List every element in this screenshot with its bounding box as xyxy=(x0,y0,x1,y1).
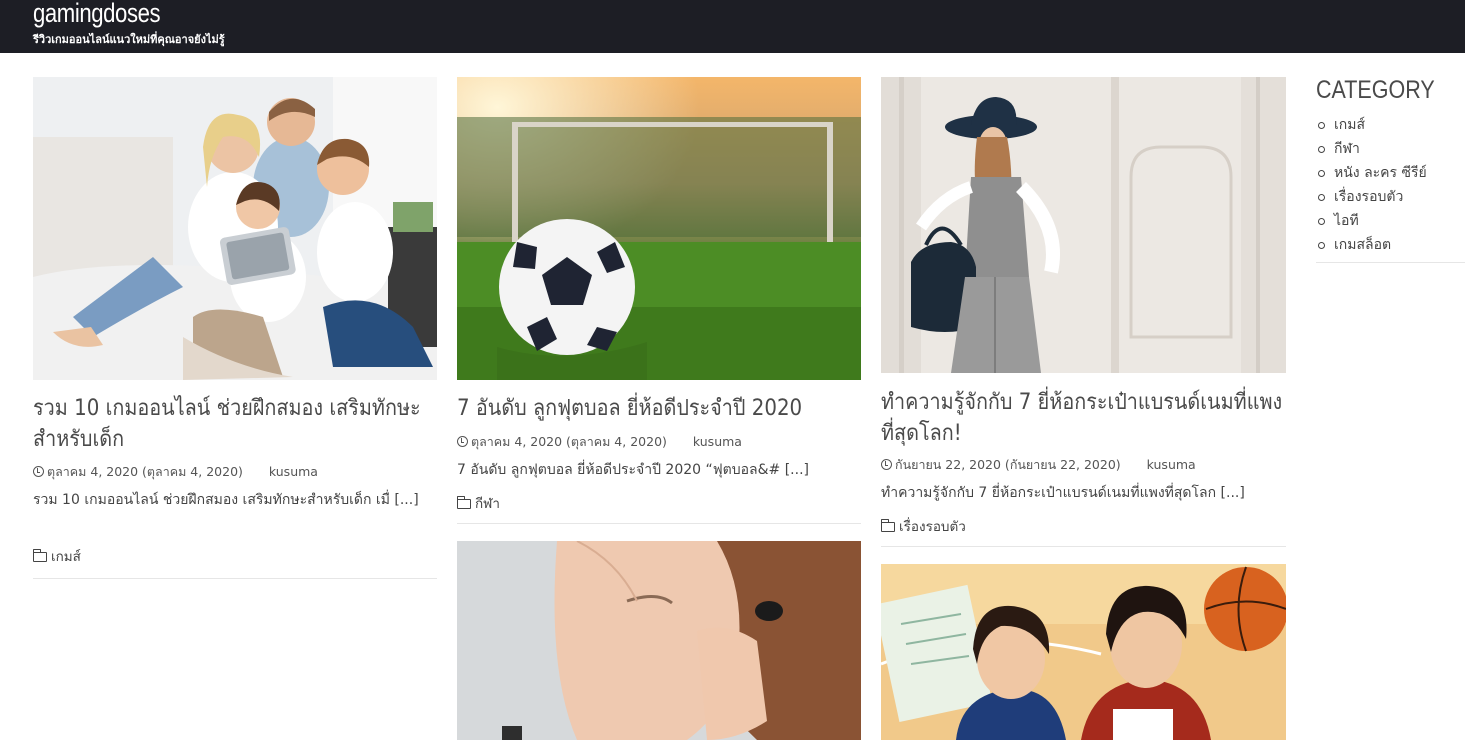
category-item[interactable]: หนัง ละคร ซีรีย์ xyxy=(1316,161,1465,185)
post-category-link[interactable]: กีฬา xyxy=(475,496,500,512)
post-excerpt: ทำความรู้จักกับ 7 ยี่ห้อกระเป๋าแบรนด์เนม… xyxy=(881,485,1245,501)
family-with-tablet-image xyxy=(33,77,437,380)
post-category-link[interactable]: เรื่องรอบตัว xyxy=(899,519,966,535)
fashion-woman-with-handbag-image xyxy=(881,77,1286,373)
post-category: กีฬา xyxy=(456,492,500,514)
clock-icon xyxy=(457,436,468,447)
clock-icon xyxy=(33,466,44,477)
post-author[interactable]: kusuma xyxy=(1147,457,1196,472)
folder-icon xyxy=(880,519,895,532)
site-tagline: รีวิวเกมออนไลน์แนวใหม่ที่คุณอาจยังไม่รู้ xyxy=(33,33,225,46)
folder-icon xyxy=(32,549,47,562)
post-author[interactable]: kusuma xyxy=(269,464,318,479)
post-meta: ตุลาคม 4, 2020 (ตุลาคม 4, 2020) kusuma xyxy=(33,462,318,482)
category-item[interactable]: เกมส์ xyxy=(1316,113,1465,137)
folder-icon xyxy=(456,496,471,509)
site-title[interactable]: gamingdoses xyxy=(33,0,161,29)
category-item[interactable]: เกมสล็อต xyxy=(1316,233,1465,257)
sidebar-divider xyxy=(1316,262,1465,263)
post-card xyxy=(881,564,1286,740)
post-date[interactable]: ตุลาคม 4, 2020 (ตุลาคม 4, 2020) xyxy=(471,434,667,449)
post-divider xyxy=(33,578,437,579)
post-author[interactable]: kusuma xyxy=(693,434,742,449)
category-item[interactable]: ไอที xyxy=(1316,209,1465,233)
post-thumbnail[interactable] xyxy=(33,77,437,380)
two-young-men-basketball-image xyxy=(881,564,1286,740)
post-title[interactable]: 7 อันดับ ลูกฟุตบอล ยี่ห้อดีประจำปี 2020 xyxy=(457,393,862,424)
post-divider xyxy=(881,546,1286,547)
category-list: เกมส์ กีฬา หนัง ละคร ซีรีย์ เรื่องรอบตัว… xyxy=(1316,113,1465,257)
woman-with-earbud-image xyxy=(457,541,861,740)
soccer-ball-on-grass-image xyxy=(457,77,861,380)
category-item[interactable]: เรื่องรอบตัว xyxy=(1316,185,1465,209)
post-category-link[interactable]: เกมส์ xyxy=(51,549,81,565)
post-date[interactable]: ตุลาคม 4, 2020 (ตุลาคม 4, 2020) xyxy=(47,464,243,479)
post-card: ทำความรู้จักกับ 7 ยี่ห้อกระเป๋าแบรนด์เนม… xyxy=(880,77,1286,548)
post-category: เกมส์ xyxy=(32,545,81,567)
post-card: 7 อันดับ ลูกฟุตบอล ยี่ห้อดีประจำปี 2020 … xyxy=(456,77,862,525)
post-meta: ตุลาคม 4, 2020 (ตุลาคม 4, 2020) kusuma xyxy=(457,432,742,452)
post-excerpt: 7 อันดับ ลูกฟุตบอล ยี่ห้อดีประจำปี 2020 … xyxy=(457,462,809,478)
post-title[interactable]: รวม 10 เกมออนไลน์ ช่วยฝึกสมอง เสริมทักษะ… xyxy=(33,393,438,455)
clock-icon xyxy=(881,459,892,470)
sidebar: CATEGORY เกมส์ กีฬา หนัง ละคร ซีรีย์ เรื… xyxy=(1316,76,1465,263)
post-excerpt: รวม 10 เกมออนไลน์ ช่วยฝึกสมอง เสริมทักษะ… xyxy=(33,492,419,508)
post-category: เรื่องรอบตัว xyxy=(880,515,966,537)
post-thumbnail[interactable] xyxy=(881,564,1286,740)
post-card xyxy=(457,541,861,740)
site-header: gamingdoses รีวิวเกมออนไลน์แนวใหม่ที่คุณ… xyxy=(0,0,1465,53)
post-meta: กันยายน 22, 2020 (กันยายน 22, 2020) kusum… xyxy=(881,455,1196,475)
post-date[interactable]: กันยายน 22, 2020 (กันยายน 22, 2020) xyxy=(895,457,1121,472)
post-thumbnail[interactable] xyxy=(457,77,861,380)
post-title[interactable]: ทำความรู้จักกับ 7 ยี่ห้อกระเป๋าแบรนด์เนม… xyxy=(881,387,1286,449)
category-item[interactable]: กีฬา xyxy=(1316,137,1465,161)
post-divider xyxy=(457,523,861,524)
post-card: รวม 10 เกมออนไลน์ ช่วยฝึกสมอง เสริมทักษะ… xyxy=(32,77,438,580)
post-thumbnail[interactable] xyxy=(457,541,861,740)
category-heading: CATEGORY xyxy=(1316,76,1435,104)
post-thumbnail[interactable] xyxy=(881,77,1286,373)
